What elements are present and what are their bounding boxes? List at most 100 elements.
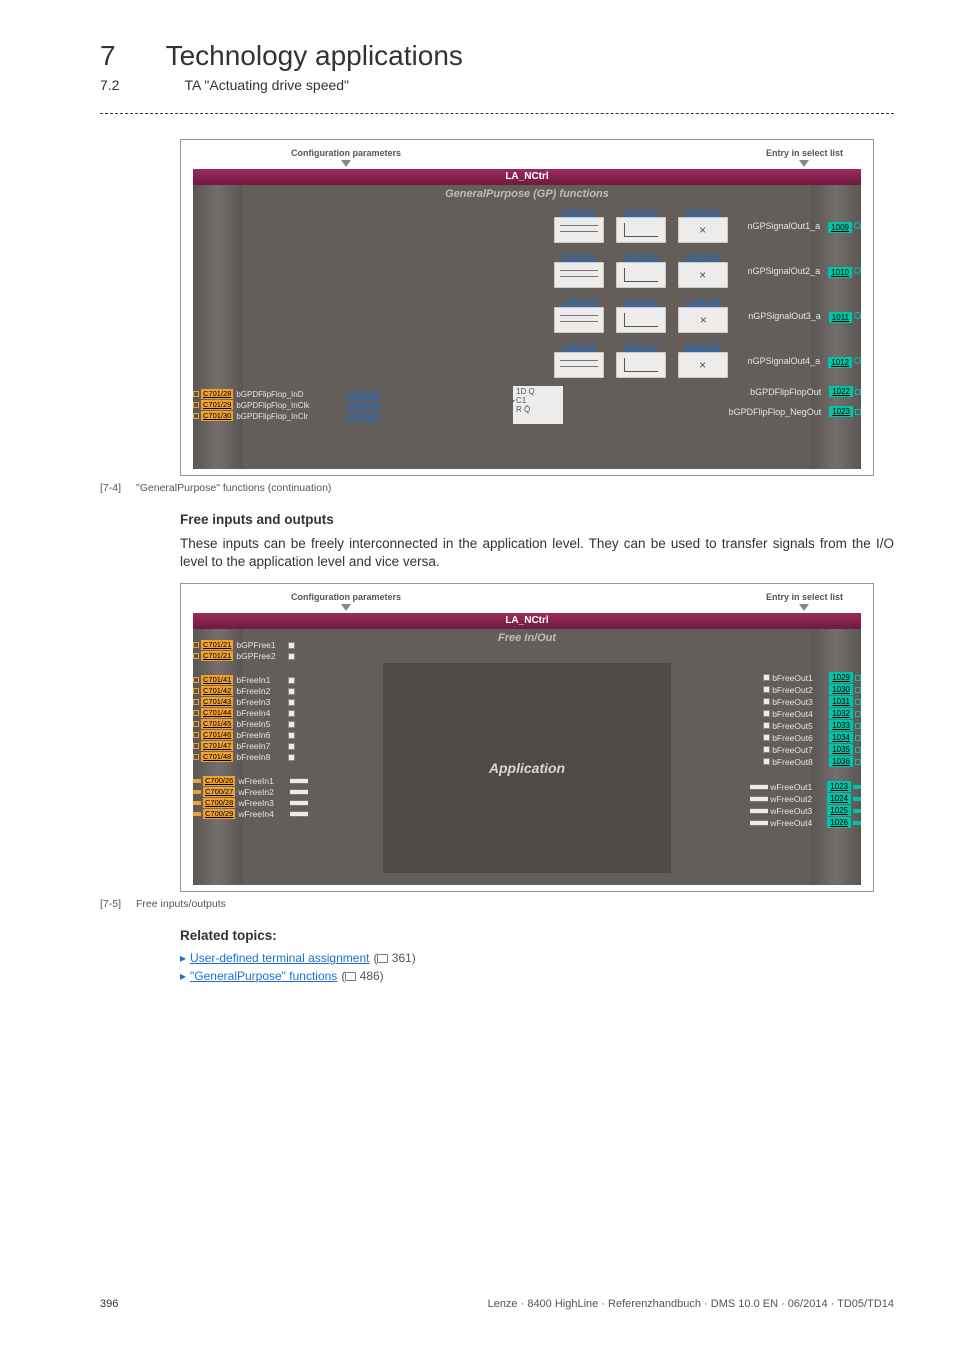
in-port[interactable]: C700/27 xyxy=(203,787,235,797)
sample-chip xyxy=(616,262,666,288)
port-square-icon xyxy=(855,409,861,415)
port-dash-icon xyxy=(853,785,861,789)
out-port[interactable]: 1030 xyxy=(829,684,853,695)
analog-bar-icon xyxy=(290,789,308,795)
bullet-icon: ▸ xyxy=(180,969,186,983)
param-link[interactable]: C00410/4 xyxy=(561,343,596,352)
arrow-down-icon xyxy=(341,160,351,167)
out-port[interactable]: 1032 xyxy=(829,708,853,719)
port-square-icon xyxy=(193,779,201,783)
param-link[interactable]: C00413/8 xyxy=(685,343,720,352)
param-link[interactable]: C00833/5 xyxy=(346,401,381,410)
related-link[interactable]: "GeneralPurpose" functions xyxy=(190,969,337,983)
in-port[interactable]: C701/41 xyxy=(201,675,233,685)
bool-port-icon xyxy=(763,686,770,693)
out-port[interactable]: 1023 xyxy=(827,781,851,792)
port-square-icon xyxy=(193,743,199,749)
in-port[interactable]: C701/21 xyxy=(201,640,233,650)
signal-in-label: bGPFree1 xyxy=(236,640,286,650)
chapter-number: 7 xyxy=(100,40,116,72)
bool-port-icon xyxy=(763,746,770,753)
param-link[interactable]: C00413/1 xyxy=(623,208,658,217)
signal-in-label: bGPDFlipFlop_InClk xyxy=(236,401,346,410)
in-port[interactable]: C701/48 xyxy=(201,752,233,762)
ff-line2: C1 xyxy=(516,396,526,405)
in-port[interactable]: C700/26 xyxy=(203,776,235,786)
param-link[interactable]: C00413/5 xyxy=(624,298,659,307)
signal-out-label: nGPSignalOut3_a xyxy=(748,311,821,321)
in-port[interactable]: C701/30 xyxy=(201,411,233,421)
signal-in-label: bFreeIn3 xyxy=(236,697,286,707)
signal-in-label: wFreeIn3 xyxy=(238,798,288,808)
param-link[interactable]: C00410/1 xyxy=(561,208,596,217)
bool-port-icon xyxy=(288,732,295,739)
in-port[interactable]: C701/28 xyxy=(201,389,233,399)
sample-chip xyxy=(616,352,666,378)
signal-out-label: bFreeOut8 xyxy=(772,757,827,767)
port-dash-icon xyxy=(853,797,861,801)
signal-in-label: bFreeIn7 xyxy=(236,741,286,751)
related-link[interactable]: User-defined terminal assignment xyxy=(190,951,369,965)
param-link[interactable]: C00413/6 xyxy=(686,298,721,307)
bool-port-icon xyxy=(763,734,770,741)
in-port[interactable]: C700/28 xyxy=(203,798,235,808)
bool-port-icon xyxy=(288,710,295,717)
out-port[interactable]: 1026 xyxy=(827,817,851,828)
param-link[interactable]: C00833/6 xyxy=(346,412,381,421)
param-link[interactable]: C00410/3 xyxy=(562,298,597,307)
out-port[interactable]: 1025 xyxy=(827,805,851,816)
bool-port-icon xyxy=(288,699,295,706)
param-link[interactable]: C00410/2 xyxy=(561,253,596,262)
out-port[interactable]: 1034 xyxy=(829,732,853,743)
in-port[interactable]: C701/47 xyxy=(201,741,233,751)
port-square-icon xyxy=(193,699,199,705)
left-strip xyxy=(193,169,243,469)
port-square-icon xyxy=(193,677,199,683)
out-port[interactable]: 1011 xyxy=(829,312,852,323)
port-square-icon xyxy=(855,675,861,681)
in-port[interactable]: C701/44 xyxy=(201,708,233,718)
ff-line3: R Q̄ xyxy=(516,405,560,414)
application-block: Application xyxy=(383,663,671,873)
signal-in-label: bGPFree2 xyxy=(236,651,286,661)
in-port[interactable]: C701/43 xyxy=(201,697,233,707)
in-port[interactable]: C700/29 xyxy=(203,809,235,819)
param-link[interactable]: C00413/7 xyxy=(623,343,658,352)
analog-bar-icon xyxy=(750,808,768,814)
out-port[interactable]: 1029 xyxy=(829,672,853,683)
figure-caption: Free inputs/outputs xyxy=(136,898,226,910)
arrow-down-icon xyxy=(799,160,809,167)
sample-chip xyxy=(616,307,666,333)
divider xyxy=(100,113,894,114)
in-port[interactable]: C701/46 xyxy=(201,730,233,740)
bullet-icon: ▸ xyxy=(180,951,186,965)
param-link[interactable]: C00413/4 xyxy=(685,253,720,262)
out-port[interactable]: 1009 xyxy=(828,222,852,233)
diagram-subtitle: Free In/Out xyxy=(243,629,811,648)
out-port[interactable]: 1031 xyxy=(829,696,853,707)
in-port[interactable]: C701/45 xyxy=(201,719,233,729)
out-port[interactable]: 1012 xyxy=(828,357,852,368)
out-port[interactable]: 1023 xyxy=(829,406,853,417)
out-port[interactable]: 1022 xyxy=(829,386,853,397)
out-port[interactable]: 1024 xyxy=(827,793,851,804)
out-port[interactable]: 1036 xyxy=(829,756,853,767)
in-port[interactable]: C701/42 xyxy=(201,686,233,696)
diagram-title: LA_NCtrl xyxy=(193,169,861,185)
signal-out-label: bFreeOut4 xyxy=(772,709,827,719)
in-port[interactable]: C701/29 xyxy=(201,400,233,410)
signal-in-label: wFreeIn2 xyxy=(238,787,288,797)
port-square-icon xyxy=(855,735,861,741)
numeric-chip xyxy=(554,307,604,333)
footer-doc-id: Lenze · 8400 HighLine · Referenzhandbuch… xyxy=(488,1298,894,1310)
out-port[interactable]: 1035 xyxy=(829,744,853,755)
param-link[interactable]: C00413/2 xyxy=(685,208,720,217)
port-square-icon xyxy=(193,710,199,716)
in-port[interactable]: C701/21 xyxy=(201,651,233,661)
diagram-free-io: Configuration parameters Entry in select… xyxy=(180,583,874,892)
signal-out-label: wFreeOut3 xyxy=(770,806,825,816)
param-link[interactable]: C00413/3 xyxy=(623,253,658,262)
param-link[interactable]: C00833/4 xyxy=(346,390,381,399)
out-port[interactable]: 1010 xyxy=(828,267,852,278)
out-port[interactable]: 1033 xyxy=(829,720,853,731)
